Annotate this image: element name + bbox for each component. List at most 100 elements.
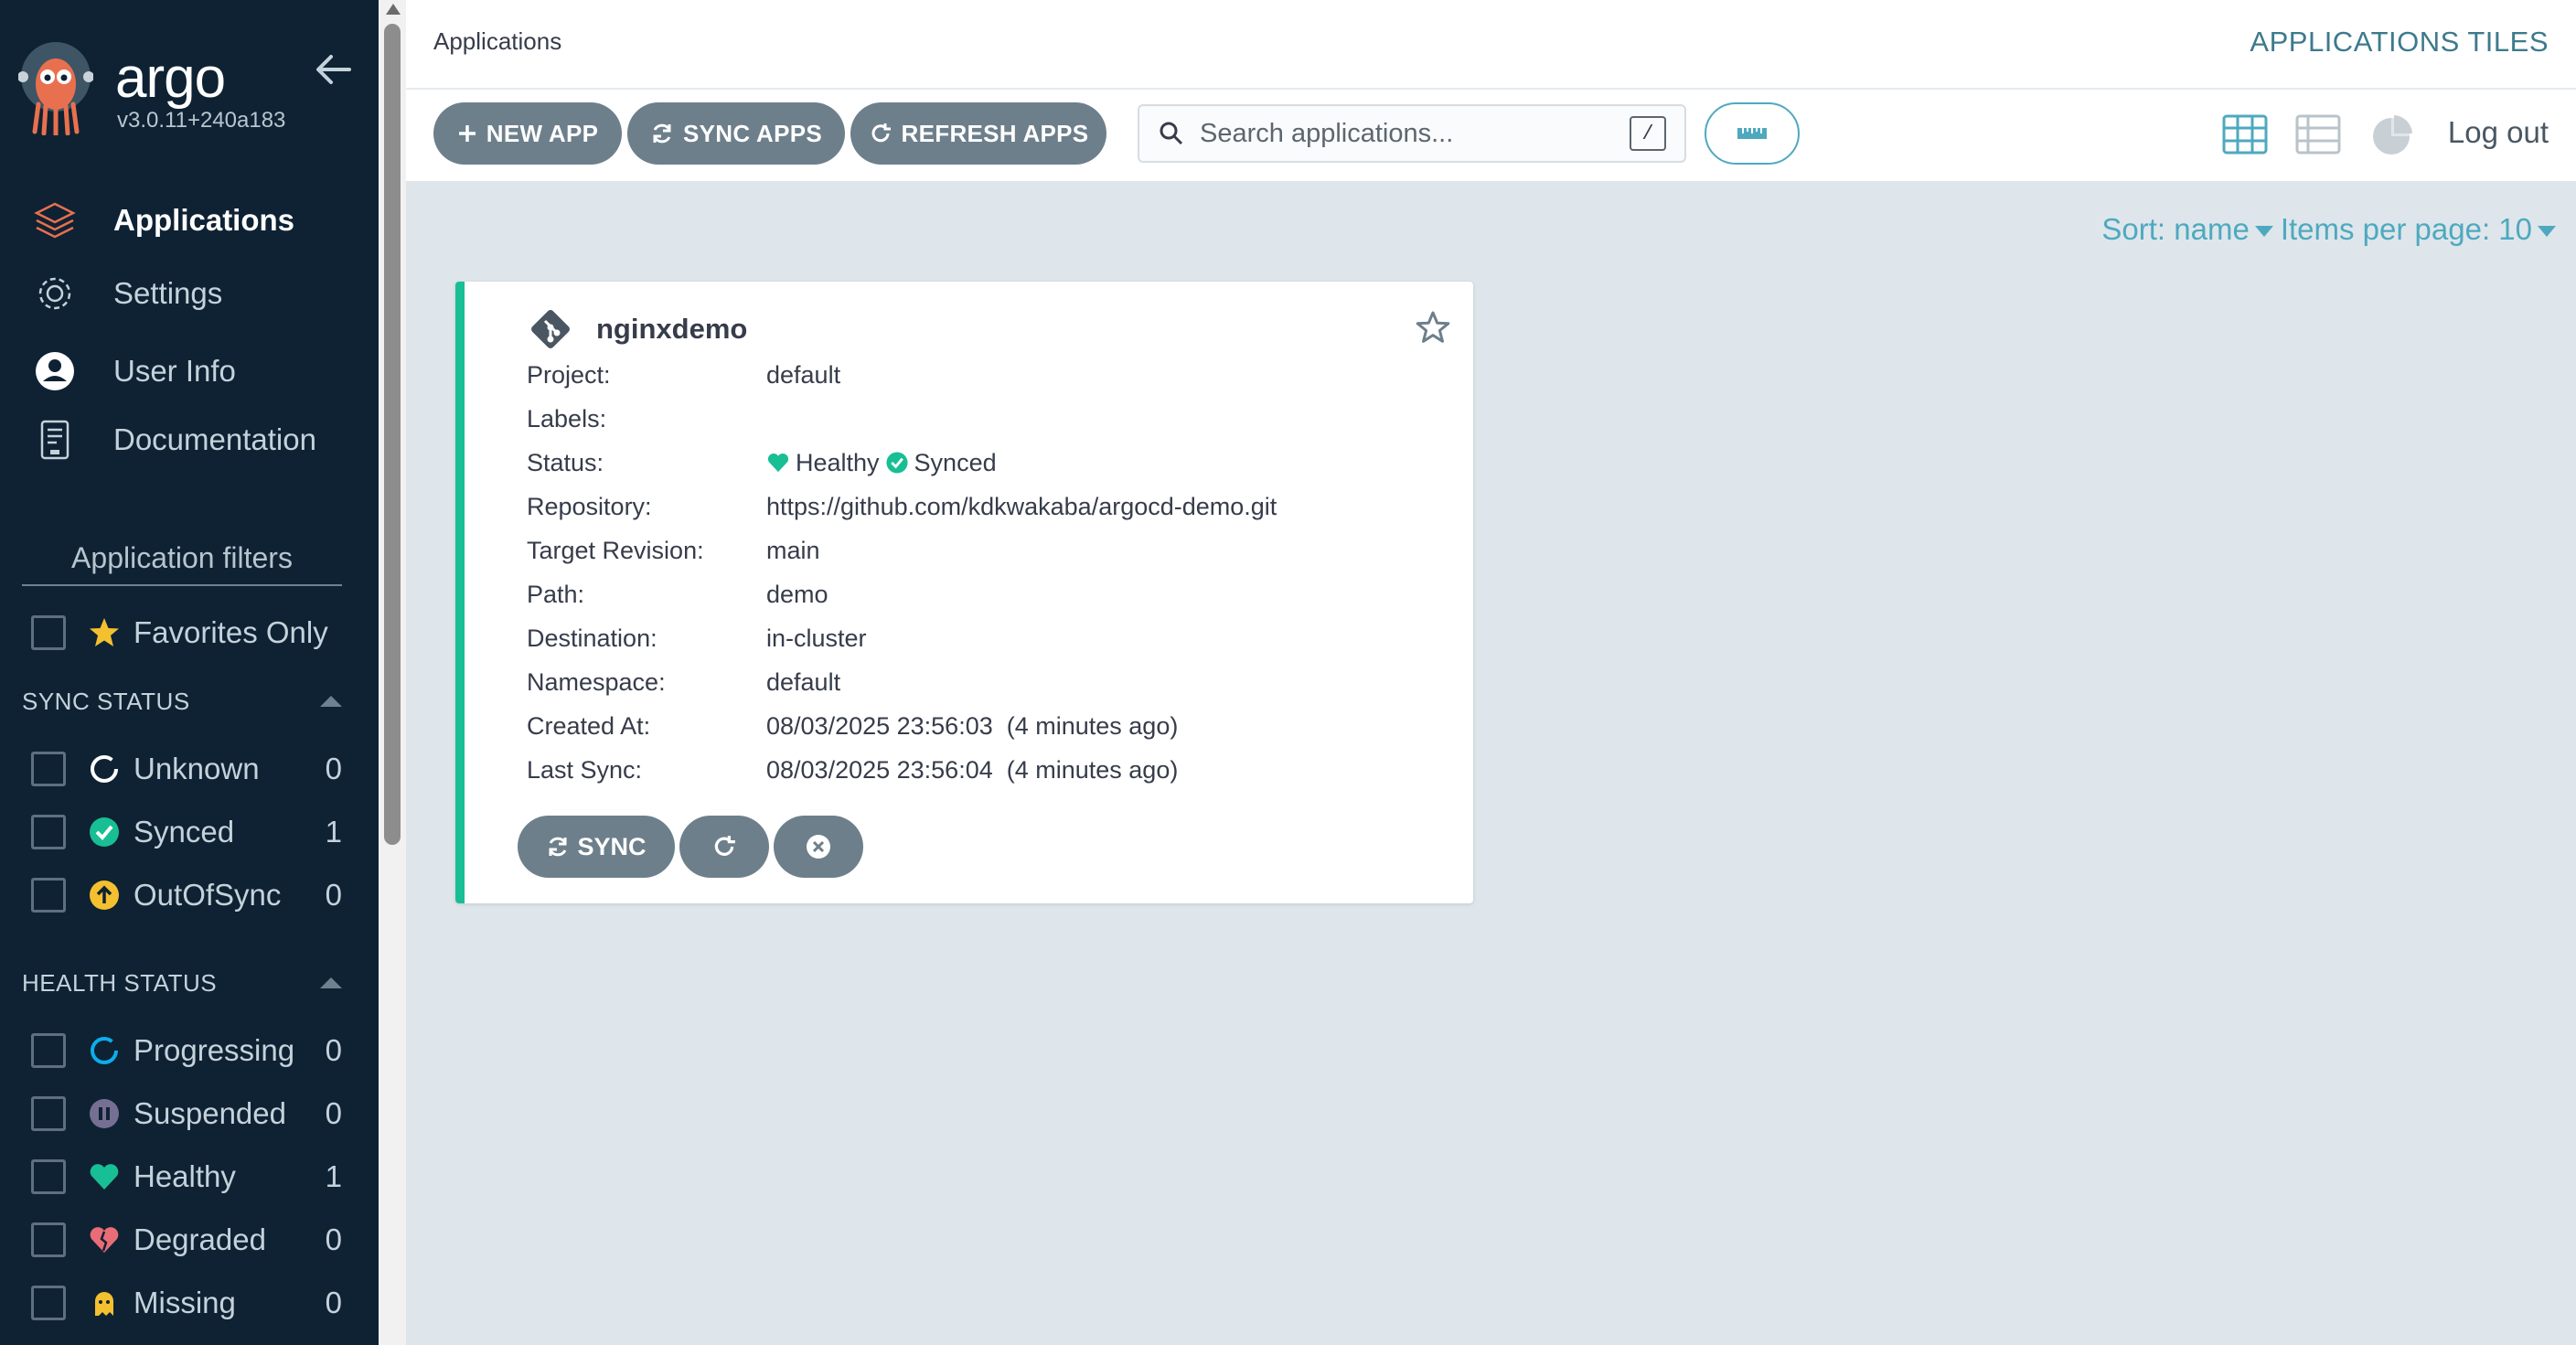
nav-documentation[interactable]: Documentation xyxy=(31,412,360,467)
summary-view-button[interactable] xyxy=(2368,112,2414,157)
section-title: HEALTH STATUS xyxy=(22,968,218,997)
status-values: Healthy Synced xyxy=(766,449,997,477)
sync-apps-button[interactable]: SYNC APPS xyxy=(627,102,845,165)
plus-icon xyxy=(458,125,476,142)
sidebar: argo v3.0.11+240a183 Applications Settin… xyxy=(0,0,379,1345)
items-per-page-dropdown[interactable]: Items per page: 10 xyxy=(2281,212,2556,247)
top-bar: Applications APPLICATIONS TILES xyxy=(406,0,2576,90)
field-label: Status: xyxy=(527,448,604,476)
field-label: Target Revision: xyxy=(527,536,704,564)
field-labels: Labels: xyxy=(527,400,766,437)
nav-label: Applications xyxy=(113,203,295,237)
search-input[interactable] xyxy=(1200,118,1630,149)
field-last-sync: Last Sync: 08/03/2025 23:56:04 (4 minute… xyxy=(527,752,1178,788)
application-tile[interactable]: nginxdemo Project: default Labels: Statu… xyxy=(455,282,1473,903)
list-view-icon xyxy=(2295,114,2341,155)
logout-link[interactable]: Log out xyxy=(2448,115,2549,150)
tiles-view-button[interactable] xyxy=(2222,112,2268,157)
new-app-button[interactable]: NEW APP xyxy=(433,102,622,165)
pie-chart-icon xyxy=(2373,115,2412,155)
caret-up-icon xyxy=(320,696,342,707)
nav-applications[interactable]: Applications xyxy=(31,193,360,248)
field-label: Namespace: xyxy=(527,667,666,696)
filter-label: OutOfSync xyxy=(134,878,282,912)
field-value: in-cluster xyxy=(766,624,867,652)
favorite-star-icon[interactable] xyxy=(1415,309,1451,346)
filter-health-degraded[interactable]: Degraded 0 xyxy=(31,1218,342,1262)
button-label: NEW APP xyxy=(486,119,599,147)
list-view-button[interactable] xyxy=(2295,112,2341,157)
toolbar: NEW APP SYNC APPS REFRESH APPS / Log out xyxy=(406,90,2576,181)
filter-count: 0 xyxy=(325,1033,342,1067)
filter-checkbox[interactable] xyxy=(31,1159,66,1194)
filter-health-missing[interactable]: Missing 0 xyxy=(31,1281,342,1325)
field-repository: Repository: https://github.com/kdkwakaba… xyxy=(527,488,1277,525)
unknown-ring-icon xyxy=(91,755,118,783)
app-name: nginxdemo xyxy=(596,313,748,345)
filter-health-healthy[interactable]: Healthy 1 xyxy=(31,1155,342,1199)
button-label: SYNC APPS xyxy=(683,119,822,147)
field-value: demo xyxy=(766,580,828,608)
field-value: 08/03/2025 23:56:03 (4 minutes ago) xyxy=(766,711,1179,740)
field-label: Destination: xyxy=(527,624,657,652)
filter-health-suspended[interactable]: Suspended 0 xyxy=(31,1092,342,1136)
ruler-icon xyxy=(1737,128,1767,139)
page-title: APPLICATIONS TILES xyxy=(2250,26,2549,58)
sidebar-scrollbar[interactable] xyxy=(379,0,406,1345)
health-status-section-header[interactable]: HEALTH STATUS xyxy=(22,965,344,1001)
favorites-checkbox[interactable] xyxy=(31,615,66,650)
user-circle-icon xyxy=(31,347,79,395)
filter-checkbox[interactable] xyxy=(31,1096,66,1131)
items-per-page-label: Items per page: 10 xyxy=(2280,212,2532,246)
search-box[interactable]: / xyxy=(1138,104,1686,163)
search-icon xyxy=(1160,122,1183,145)
scroll-thumb[interactable] xyxy=(384,24,401,845)
field-value: 08/03/2025 23:56:04 (4 minutes ago) xyxy=(766,755,1179,784)
filter-count: 0 xyxy=(325,1096,342,1130)
progress-ring-icon xyxy=(91,1037,118,1064)
breadcrumb[interactable]: Applications xyxy=(433,27,561,56)
refresh-button[interactable] xyxy=(679,816,769,878)
sync-status-section-header[interactable]: SYNC STATUS xyxy=(22,683,344,720)
filter-checkbox[interactable] xyxy=(31,1033,66,1068)
filter-sync-outofsync[interactable]: OutOfSync 0 xyxy=(31,873,342,917)
filter-checkbox[interactable] xyxy=(31,752,66,786)
filter-checkbox[interactable] xyxy=(31,1286,66,1320)
delete-button[interactable] xyxy=(774,816,863,878)
field-created-at: Created At: 08/03/2025 23:56:03 (4 minut… xyxy=(527,708,1178,744)
field-label: Repository: xyxy=(527,492,652,520)
field-path: Path: demo xyxy=(527,576,828,613)
gear-icon xyxy=(31,270,79,317)
ruler-toggle-button[interactable] xyxy=(1705,102,1800,165)
caret-up-icon xyxy=(320,977,342,988)
close-circle-icon xyxy=(807,835,830,859)
nav-user-info[interactable]: User Info xyxy=(31,344,360,399)
filter-sync-unknown[interactable]: Unknown 0 xyxy=(31,747,342,791)
arrow-left-icon xyxy=(316,55,351,84)
favorites-only-filter[interactable]: Favorites Only xyxy=(31,611,351,655)
field-label: Created At: xyxy=(527,711,651,740)
document-icon xyxy=(31,416,79,464)
field-label: Last Sync: xyxy=(527,755,643,784)
filter-checkbox[interactable] xyxy=(31,1222,66,1257)
filter-label: Progressing xyxy=(134,1033,295,1067)
scroll-up-arrow-icon[interactable] xyxy=(386,4,401,15)
heart-icon xyxy=(767,454,789,473)
filter-health-progressing[interactable]: Progressing 0 xyxy=(31,1029,342,1073)
ghost-icon xyxy=(95,1292,113,1316)
nav-settings[interactable]: Settings xyxy=(31,266,360,321)
nav-label: Settings xyxy=(113,276,223,310)
field-destination: Destination: in-cluster xyxy=(527,620,867,656)
filter-checkbox[interactable] xyxy=(31,815,66,849)
sync-status-text: Synced xyxy=(914,448,997,476)
filter-checkbox[interactable] xyxy=(31,878,66,913)
field-value: main xyxy=(766,536,820,564)
filter-sync-synced[interactable]: Synced 1 xyxy=(31,810,342,854)
refresh-apps-button[interactable]: REFRESH APPS xyxy=(850,102,1106,165)
collapse-sidebar-button[interactable] xyxy=(315,51,353,88)
nav-label: User Info xyxy=(113,354,236,388)
sync-button[interactable]: SYNC xyxy=(518,816,675,878)
sync-icon xyxy=(549,837,567,857)
sort-dropdown[interactable]: Sort: name xyxy=(2101,212,2273,247)
repository-link[interactable]: https://github.com/kdkwakaba/argocd-demo… xyxy=(766,493,1277,521)
